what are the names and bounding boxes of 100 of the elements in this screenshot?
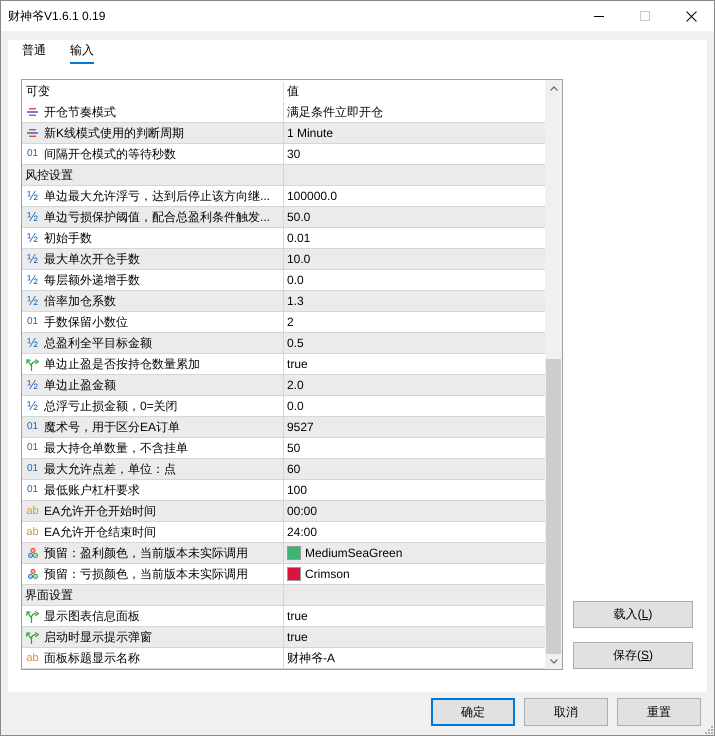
parameter-row[interactable]: ½ 倍率加仓系数 1.3	[22, 291, 545, 312]
parameter-name: 显示图表信息面板	[44, 608, 140, 624]
parameter-name: 面板标题显示名称	[44, 650, 140, 666]
parameter-row[interactable]: ½ 总浮亏止损金额，0=关闭 0.0	[22, 396, 545, 417]
parameter-row[interactable]: ½ 总盈利全平目标金额 0.5	[22, 333, 545, 354]
parameter-row[interactable]: 01 最大持仓单数量，不含挂单 50	[22, 438, 545, 459]
parameter-value: 0.0	[287, 399, 304, 413]
parameter-name: 初始手数	[44, 230, 92, 246]
integer-icon: 01	[26, 421, 38, 433]
three-circles-icon	[28, 548, 38, 558]
parameter-name: 总盈利全平目标金额	[44, 334, 152, 352]
section-row[interactable]: 风控设置	[22, 165, 545, 186]
parameter-name: EA允许开仓开始时间	[44, 502, 156, 520]
dialog-button[interactable]: 取消	[524, 698, 608, 726]
parameter-name: 预留：亏损颜色，当前版本未实际调用	[44, 566, 248, 582]
list-lines-icon	[27, 129, 38, 137]
parameter-value: 30	[287, 147, 300, 161]
parameter-value: 100000.0	[287, 189, 338, 203]
parameter-name: 单边止盈金额	[44, 376, 116, 394]
parameter-row[interactable]: 预留：盈利颜色，当前版本未实际调用 MediumSeaGreen	[22, 543, 545, 564]
parameter-name: 最大允许点差，单位：点	[44, 460, 176, 478]
parameter-row[interactable]: 01 最大允许点差，单位：点 60	[22, 459, 545, 480]
parameter-row[interactable]: 预留：亏损颜色，当前版本未实际调用 Crimson	[22, 564, 545, 585]
parameter-name: 手数保留小数位	[44, 314, 128, 330]
chevron-down-icon[interactable]	[550, 659, 558, 664]
parameter-value: 满足条件立即开仓	[287, 104, 383, 120]
resize-grip-icon[interactable]	[705, 726, 713, 734]
parameter-value: 0.0	[287, 273, 304, 287]
integer-icon: 01	[26, 442, 38, 454]
parameter-name: 单边亏损保护阈值，配合总盈利条件触发...	[44, 208, 270, 226]
window-title: 财神爷V1.6.1 0.19	[8, 8, 106, 24]
integer-icon: 01	[26, 148, 38, 160]
fork-arrow-icon	[26, 630, 39, 644]
parameter-value: MediumSeaGreen	[305, 546, 402, 560]
parameter-row[interactable]: ab 面板标题显示名称 财神爷-A	[22, 648, 545, 669]
parameter-row[interactable]: ab EA允许开仓结束时间 24:00	[22, 522, 545, 543]
section-heading: 界面设置	[25, 586, 73, 604]
dialog-button[interactable]: 确定	[431, 698, 515, 726]
action-button[interactable]: 载入(L)	[573, 601, 693, 628]
parameter-value: 财神爷-A	[287, 650, 335, 666]
parameter-name: 开仓节奏模式	[44, 104, 116, 120]
parameter-name: 单边最大允许浮亏，达到后停止该方向继...	[44, 188, 270, 204]
text-type-icon: ab	[26, 505, 39, 517]
parameter-row[interactable]: ½ 初始手数 0.01	[22, 228, 545, 249]
fraction-icon: ½	[27, 400, 38, 412]
scrollbar-thumb[interactable]	[546, 359, 561, 654]
chevron-up-icon[interactable]	[550, 86, 558, 91]
parameter-name: 间隔开仓模式的等待秒数	[44, 146, 176, 162]
parameter-row[interactable]: ½ 单边止盈金额 2.0	[22, 375, 545, 396]
text-type-icon: ab	[26, 526, 39, 538]
parameter-value: 0.5	[287, 336, 304, 350]
fraction-icon: ½	[27, 253, 38, 265]
parameter-value: 00:00	[287, 504, 318, 518]
parameter-row[interactable]: 启动时显示提示弹窗 true	[22, 627, 545, 648]
parameter-name: 总浮亏止损金额，0=关闭	[44, 398, 178, 414]
column-header: 值	[283, 82, 299, 100]
parameter-name: 魔术号，用于区分EA订单	[44, 418, 180, 436]
parameter-name: 单边止盈是否按持仓数量累加	[44, 356, 200, 372]
action-button[interactable]: 保存(S)	[573, 642, 693, 669]
dialog-button[interactable]: 重置	[617, 698, 701, 726]
fork-arrow-icon	[26, 358, 39, 370]
fork-arrow-icon	[26, 610, 39, 622]
integer-icon: 01	[26, 316, 38, 328]
parameter-name: 最低账户杠杆要求	[44, 482, 140, 498]
parameter-row[interactable]: 显示图表信息面板 true	[22, 606, 545, 627]
parameter-name: EA允许开仓结束时间	[44, 524, 156, 540]
parameter-row[interactable]: 新K线模式使用的判断周期 1 Minute	[22, 123, 545, 144]
parameter-name: 新K线模式使用的判断周期	[44, 124, 184, 142]
parameter-row[interactable]: 01 魔术号，用于区分EA订单 9527	[22, 417, 545, 438]
parameter-row[interactable]: ½ 最大单次开仓手数 10.0	[22, 249, 545, 270]
fraction-icon: ½	[27, 295, 38, 307]
parameter-row[interactable]: ½ 单边最大允许浮亏，达到后停止该方向继... 100000.0	[22, 186, 545, 207]
parameter-value: 9527	[287, 420, 314, 434]
parameter-row[interactable]: ½ 每层额外递增手数 0.0	[22, 270, 545, 291]
parameter-value: 60	[287, 462, 300, 476]
parameter-value: 2	[287, 315, 294, 329]
parameter-row[interactable]: ½ 单边亏损保护阈值，配合总盈利条件触发... 50.0	[22, 207, 545, 228]
parameter-value: Crimson	[305, 567, 350, 581]
fraction-icon: ½	[27, 274, 38, 286]
parameter-row[interactable]: 开仓节奏模式 满足条件立即开仓	[22, 102, 545, 123]
parameter-value: 1 Minute	[287, 126, 334, 140]
parameter-row[interactable]: 01 间隔开仓模式的等待秒数 30	[22, 144, 545, 165]
parameter-value: true	[287, 357, 308, 371]
tab[interactable]: 普通	[22, 42, 46, 64]
section-row[interactable]: 界面设置	[22, 585, 545, 606]
parameter-name: 启动时显示提示弹窗	[44, 628, 152, 646]
parameter-value: true	[287, 630, 308, 644]
tab[interactable]: 输入	[70, 42, 94, 64]
parameter-row[interactable]: ab EA允许开仓开始时间 00:00	[22, 501, 545, 522]
fraction-icon: ½	[27, 211, 38, 223]
fraction-icon: ½	[27, 232, 38, 244]
parameter-name: 倍率加仓系数	[44, 292, 116, 310]
parameter-value: 1.3	[287, 294, 304, 308]
column-header: 可变	[25, 82, 51, 100]
parameter-name: 最大持仓单数量，不含挂单	[44, 440, 188, 456]
close-icon[interactable]	[686, 10, 696, 22]
text-type-icon: ab	[26, 652, 39, 664]
parameter-row[interactable]: 01 最低账户杠杆要求 100	[22, 480, 545, 501]
parameter-row[interactable]: 01 手数保留小数位 2	[22, 312, 545, 333]
parameter-row[interactable]: 单边止盈是否按持仓数量累加 true	[22, 354, 545, 375]
